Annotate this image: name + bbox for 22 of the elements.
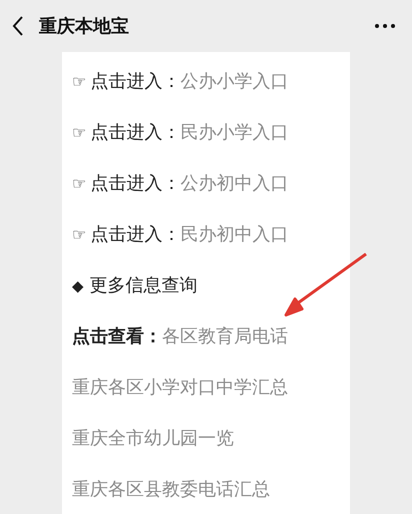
article-link[interactable]: 重庆各区小学对口中学汇总 xyxy=(72,377,288,399)
entry-link[interactable]: 民办小学入口 xyxy=(180,122,288,144)
section-heading: 更多信息查询 xyxy=(90,275,198,297)
entry-label: 点击进入： xyxy=(90,71,180,93)
article-link[interactable]: 重庆各区县教委电话汇总 xyxy=(72,479,270,501)
entry-label: 点击查看： xyxy=(72,326,162,348)
entry-link[interactable]: 公办小学入口 xyxy=(180,71,288,93)
pointing-hand-icon: ☞ xyxy=(72,71,86,93)
entry-label: 点击进入： xyxy=(90,224,180,246)
article-link[interactable]: 重庆全市幼儿园一览 xyxy=(72,428,234,450)
pointing-hand-icon: ☞ xyxy=(72,224,86,246)
more-icon[interactable] xyxy=(374,23,396,29)
back-icon[interactable] xyxy=(12,16,23,36)
entry-label: 点击进入： xyxy=(90,122,180,144)
entry-link[interactable]: 公办初中入口 xyxy=(180,173,288,195)
entry-label: 点击进入： xyxy=(90,173,180,195)
page-title: 重庆本地宝 xyxy=(39,15,130,38)
entry-link[interactable]: 各区教育局电话 xyxy=(162,326,288,348)
pointing-hand-icon: ☞ xyxy=(72,173,86,195)
diamond-icon: ◆ xyxy=(72,275,84,297)
entry-link[interactable]: 民办初中入口 xyxy=(180,224,288,246)
pointing-hand-icon: ☞ xyxy=(72,122,86,144)
